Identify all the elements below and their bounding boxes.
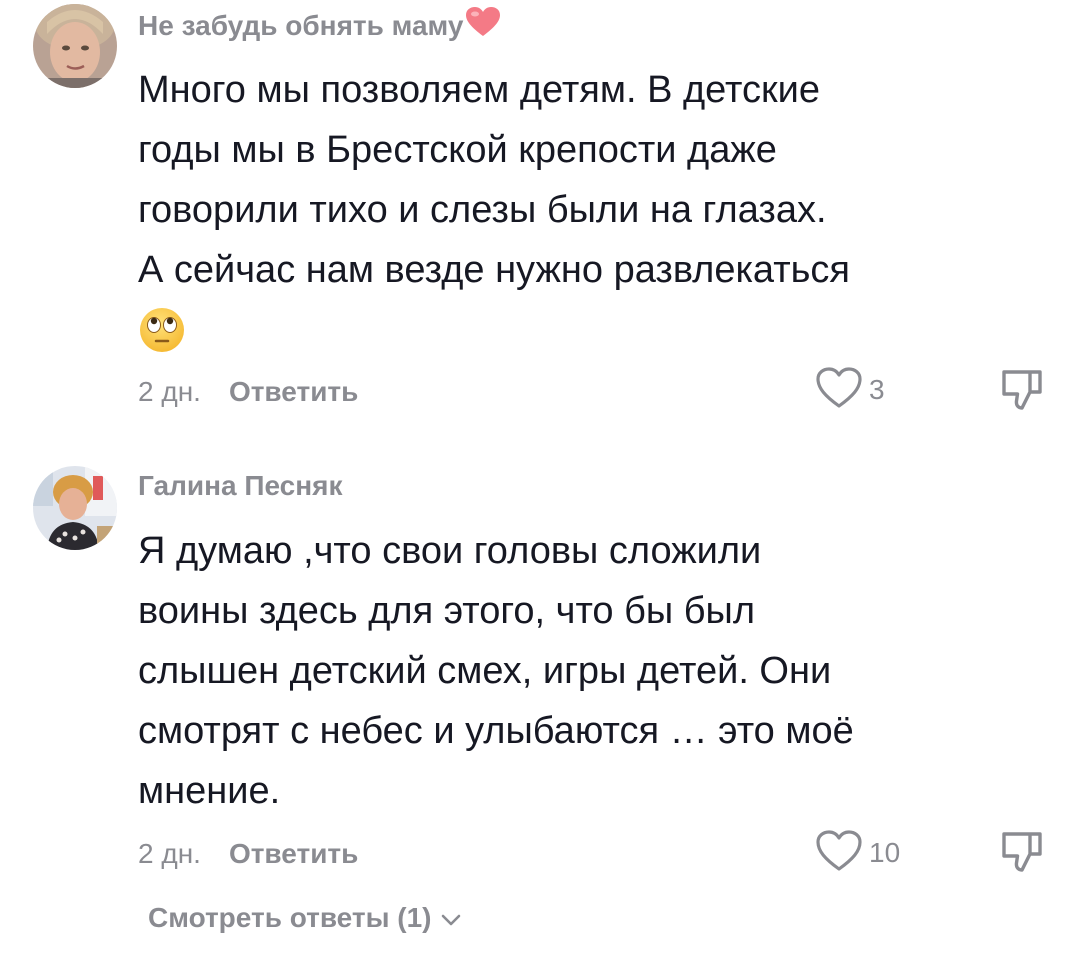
comment-text-line: слышен детский смех, игры детей. Они (138, 650, 832, 692)
comment-text: Я думаю ,что свои головы сложили воины з… (138, 521, 1018, 821)
comment-text-line: говорили тихо и слезы были на глазах. (138, 189, 827, 231)
heart-outline-icon (815, 366, 863, 415)
comment-meta: 2 дн. Ответить (138, 372, 358, 412)
comment-text-line: мнение. (138, 770, 281, 812)
comment-time: 2 дн. (138, 376, 201, 407)
like-count: 10 (869, 837, 901, 868)
rolling-eyes-emoji-icon (138, 300, 1018, 366)
reply-button[interactable]: Ответить (229, 376, 358, 408)
like-count: 3 (869, 374, 885, 405)
comment-meta: 2 дн. Ответить (138, 834, 358, 874)
avatar[interactable] (33, 4, 117, 88)
view-replies-button[interactable]: Смотреть ответы (1) (148, 902, 462, 934)
view-replies-label: Смотреть ответы (1) (148, 902, 432, 933)
heart-outline-icon (815, 829, 863, 878)
like-button[interactable]: 3 (815, 366, 885, 415)
heart-icon (465, 6, 501, 45)
comment-author[interactable]: Галина Песняк (138, 470, 343, 502)
chevron-down-icon (440, 902, 462, 934)
comment-text-line: Много мы позволяем детям. В детские (138, 69, 820, 111)
like-button[interactable]: 10 (815, 829, 901, 878)
comment-time: 2 дн. (138, 838, 201, 869)
dislike-button[interactable] (998, 828, 1044, 874)
comment-text-line: смотрят с небес и улыбаются … это моё (138, 710, 854, 752)
comment-text: Много мы позволяем детям. В детские годы… (138, 60, 1018, 366)
comment-text-line: А сейчас нам везде нужно развлекаться (138, 249, 850, 291)
thumbs-down-icon (998, 370, 1044, 416)
comment-text-line: воины здесь для этого, что бы был (138, 590, 755, 632)
author-name: Галина Песняк (138, 470, 343, 501)
comment-text-line: Я думаю ,что свои головы сложили (138, 530, 762, 572)
comment-author[interactable]: Не забудь обнять маму (138, 6, 501, 45)
thumbs-down-icon (998, 832, 1044, 878)
dislike-button[interactable] (998, 366, 1044, 412)
comment-text-line: годы мы в Брестской крепости даже (138, 129, 777, 171)
avatar[interactable] (33, 466, 117, 550)
author-name: Не забудь обнять маму (138, 9, 464, 41)
reply-button[interactable]: Ответить (229, 838, 358, 870)
